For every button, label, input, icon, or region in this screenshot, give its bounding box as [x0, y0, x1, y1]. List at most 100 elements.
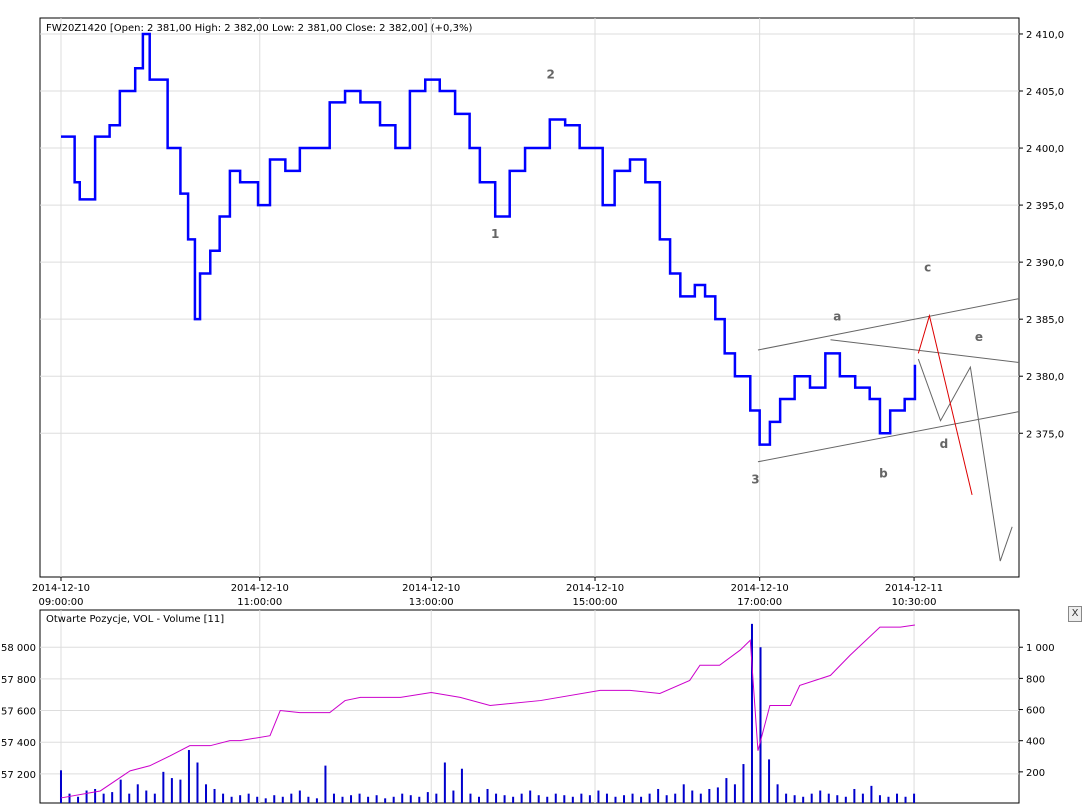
time-tick-date: 2014-12-10 [402, 583, 460, 594]
volume-bar [179, 779, 182, 803]
volume-y-tick-label: 1 000 [1026, 643, 1055, 654]
volume-bar [733, 784, 736, 803]
volume-bar [904, 796, 907, 803]
volume-bar [443, 762, 446, 803]
volume-bar [460, 768, 463, 803]
volume-bar [367, 796, 370, 803]
volume-bar [691, 790, 694, 803]
volume-bar [563, 795, 566, 803]
close-panel-button[interactable]: X [1068, 606, 1082, 622]
wave-label: d [940, 437, 949, 451]
volume-bar [128, 793, 131, 803]
time-tick-time: 10:30:00 [892, 597, 937, 608]
volume-bar [623, 795, 626, 803]
volume-bar [145, 790, 148, 803]
volume-bar [605, 793, 608, 803]
wave-label: e [975, 330, 983, 344]
price-y-tick-label: 2 375,0 [1026, 429, 1064, 440]
volume-bar [452, 790, 455, 803]
volume-bar [810, 793, 813, 803]
volume-bar [136, 784, 139, 803]
time-tick-time: 09:00:00 [39, 597, 84, 608]
volume-bar [682, 784, 685, 803]
volume-bar [170, 778, 173, 803]
oi-y-tick-label: 57 400 [1, 738, 36, 749]
volume-bar [768, 759, 771, 803]
volume-bar [836, 795, 839, 803]
volume-bar [648, 793, 651, 803]
volume-bar [111, 792, 114, 803]
volume-bar [716, 787, 719, 803]
wave-label: 1 [491, 227, 499, 241]
wave-label: 2 [546, 67, 554, 81]
volume-bar [281, 796, 284, 803]
volume-bar [631, 793, 634, 803]
volume-bar [239, 795, 242, 803]
volume-bar [793, 795, 796, 803]
volume-bar [674, 793, 677, 803]
volume-bar [588, 795, 591, 803]
volume-bar [307, 796, 310, 803]
volume-bar [77, 796, 80, 803]
price-y-tick-label: 2 410,0 [1026, 30, 1064, 41]
time-tick-date: 2014-12-10 [566, 583, 624, 594]
volume-bar [68, 793, 71, 803]
volume-bar [896, 793, 899, 803]
volume-bar [785, 793, 788, 803]
volume-bar [187, 750, 190, 803]
time-tick-time: 15:00:00 [573, 597, 618, 608]
volume-bar [290, 793, 293, 803]
volume-bar [486, 788, 489, 803]
price-y-tick-label: 2 400,0 [1026, 144, 1064, 155]
time-tick-date: 2014-12-10 [32, 583, 90, 594]
volume-bar [153, 793, 156, 803]
volume-bar [375, 795, 378, 803]
volume-bar [230, 796, 233, 803]
volume-bar [384, 798, 387, 803]
wave-label: c [924, 260, 931, 274]
volume-bar [580, 793, 583, 803]
volume-bar [358, 793, 361, 803]
time-tick-date: 2014-12-10 [231, 583, 289, 594]
volume-bar [725, 778, 728, 803]
volume-bar [495, 793, 498, 803]
chart-canvas: 1 2 3 a b c d e 2 410,0 2 405,0 2 400,0 2 395,0 2 3… [1, 17, 1064, 804]
volume-bar [119, 779, 122, 803]
volume-y-tick-label: 600 [1026, 706, 1045, 717]
volume-bar [520, 793, 523, 803]
volume-bar [597, 790, 600, 803]
volume-bar [554, 793, 557, 803]
oi-y-tick-label: 57 800 [1, 675, 36, 686]
volume-bar [640, 796, 643, 803]
time-tick-date: 2014-12-10 [731, 583, 789, 594]
volume-bar [699, 793, 702, 803]
time-tick-time: 11:00:00 [237, 597, 282, 608]
volume-bar [298, 790, 301, 803]
volume-bar [878, 795, 881, 803]
volume-bar [802, 796, 805, 803]
volume-bar [819, 790, 822, 803]
volume-bar [759, 647, 762, 803]
volume-bar [85, 790, 88, 803]
volume-bar [213, 788, 216, 803]
volume-bar [913, 793, 916, 803]
volume-bar [401, 793, 404, 803]
volume-bar [708, 788, 711, 803]
oi-y-tick-label: 58 000 [1, 643, 36, 654]
volume-bar [409, 795, 412, 803]
price-y-tick-label: 2 395,0 [1026, 201, 1064, 212]
price-y-tick-label: 2 405,0 [1026, 87, 1064, 98]
volume-bar [102, 793, 105, 803]
volume-bar [324, 765, 327, 803]
price-y-tick-label: 2 380,0 [1026, 372, 1064, 383]
oi-y-tick-label: 57 600 [1, 707, 36, 718]
volume-bar [887, 796, 890, 803]
volume-bar [477, 796, 480, 803]
volume-bar [537, 795, 540, 803]
time-tick-date: 2014-12-11 [885, 583, 943, 594]
volume-bar [94, 788, 97, 803]
volume-bar [435, 793, 438, 803]
volume-bar [247, 793, 250, 803]
volume-bar [614, 796, 617, 803]
volume-bar [742, 764, 745, 803]
